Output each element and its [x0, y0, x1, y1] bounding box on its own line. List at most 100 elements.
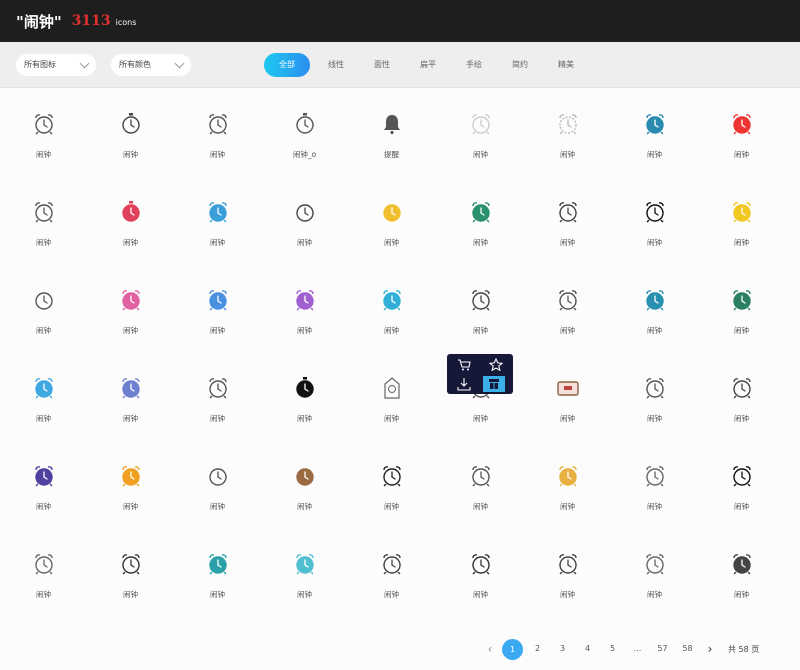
- icon-card[interactable]: 闹钟: [0, 450, 87, 538]
- icon-card[interactable]: 闹钟: [87, 362, 174, 450]
- icon-card[interactable]: 闹钟: [524, 362, 611, 450]
- icon-card[interactable]: 闹钟: [174, 98, 261, 186]
- alarm-clock-line-icon: [730, 376, 754, 400]
- tab-2[interactable]: 面性: [362, 53, 402, 77]
- page-5[interactable]: 5: [600, 638, 625, 660]
- icon-card[interactable]: 闹钟: [698, 538, 785, 626]
- icon-card[interactable]: 闹钟: [348, 538, 435, 626]
- icon-card[interactable]: 闹钟: [0, 186, 87, 274]
- star-icon[interactable]: [485, 357, 507, 373]
- tab-1[interactable]: 线性: [316, 53, 356, 77]
- icon-label: 闹钟: [123, 590, 138, 599]
- icon-card[interactable]: 闹钟: [611, 450, 698, 538]
- icon-label: 闹钟: [123, 326, 138, 335]
- alarm-clock-purple-icon: [293, 288, 317, 312]
- icon-label: 闹钟: [647, 238, 662, 247]
- icon-label: 闹钟: [297, 238, 312, 247]
- icon-card[interactable]: 闹钟: [348, 274, 435, 362]
- icon-card[interactable]: 提醒: [348, 98, 435, 186]
- icon-card[interactable]: 闹钟: [0, 98, 87, 186]
- icon-card[interactable]: 闹钟: [524, 274, 611, 362]
- tab-3[interactable]: 扁平: [408, 53, 448, 77]
- icon-card[interactable]: 闹钟: [348, 450, 435, 538]
- page-4[interactable]: 4: [575, 638, 600, 660]
- icon-card[interactable]: 闹钟: [87, 450, 174, 538]
- icon-card[interactable]: 闹钟: [0, 538, 87, 626]
- icon-card[interactable]: 闹钟: [174, 186, 261, 274]
- stopwatch-line-icon: [119, 112, 143, 136]
- color-select[interactable]: 所有颜色: [111, 54, 191, 76]
- icon-card[interactable]: 闹钟: [698, 186, 785, 274]
- page-58[interactable]: 58: [675, 638, 700, 660]
- icon-label: 闹钟_o: [292, 150, 317, 159]
- alarm-clock-green-icon: [730, 288, 754, 312]
- icon-card[interactable]: 闹钟: [524, 186, 611, 274]
- icon-card[interactable]: 闹钟: [437, 450, 524, 538]
- icon-card[interactable]: 闹钟: [261, 274, 348, 362]
- icon-card[interactable]: 闹钟_o: [261, 98, 348, 186]
- icon-card[interactable]: 闹钟: [348, 362, 435, 450]
- icon-card[interactable]: 闹钟: [174, 362, 261, 450]
- icon-label: 闹钟: [210, 414, 225, 423]
- icon-label: 闹钟: [734, 326, 749, 335]
- icon-card[interactable]: 闹钟: [524, 538, 611, 626]
- download-icon[interactable]: [453, 376, 475, 392]
- chevron-down-icon: [79, 58, 90, 69]
- icon-card[interactable]: 闹钟: [87, 98, 174, 186]
- page-57[interactable]: 57: [650, 638, 675, 660]
- icon-card[interactable]: 闹钟: [698, 450, 785, 538]
- icon-card[interactable]: 闹钟: [698, 274, 785, 362]
- next-page-icon[interactable]: ›: [700, 642, 720, 656]
- alarm-clock-line-icon: [556, 200, 580, 224]
- icon-card[interactable]: 闹钟: [611, 538, 698, 626]
- page-2[interactable]: 2: [525, 638, 550, 660]
- page-3[interactable]: 3: [550, 638, 575, 660]
- clock-line-icon: [293, 200, 317, 224]
- icon-card[interactable]: 闹钟: [87, 186, 174, 274]
- icon-label: 闹钟: [297, 326, 312, 335]
- icon-label: 闹钟: [560, 238, 575, 247]
- icon-card[interactable]: 闹钟: [611, 274, 698, 362]
- tab-6[interactable]: 精美: [546, 53, 586, 77]
- alarm-clock-line-icon: [643, 552, 667, 576]
- tab-5[interactable]: 简约: [500, 53, 540, 77]
- icon-label: 闹钟: [36, 414, 51, 423]
- icon-card[interactable]: 闹钟: [437, 98, 524, 186]
- icon-card[interactable]: 闹钟: [261, 362, 348, 450]
- icon-label: 闹钟: [647, 326, 662, 335]
- alarm-clock-line-icon: [643, 200, 667, 224]
- icon-card[interactable]: 闹钟: [174, 538, 261, 626]
- icon-card[interactable]: 闹钟: [611, 362, 698, 450]
- icon-card[interactable]: 闹钟: [437, 538, 524, 626]
- icon-card[interactable]: 闹钟: [261, 450, 348, 538]
- icon-label: 闹钟: [123, 414, 138, 423]
- icon-card[interactable]: 闹钟: [611, 186, 698, 274]
- icon-label: 闹钟: [647, 150, 662, 159]
- icon-card[interactable]: 闹钟: [0, 274, 87, 362]
- page-1[interactable]: 1: [502, 638, 523, 660]
- icon-card[interactable]: 闹钟: [698, 98, 785, 186]
- copy-icon[interactable]: [483, 376, 505, 392]
- icon-card[interactable]: 闹钟: [261, 538, 348, 626]
- prev-page-icon[interactable]: ‹: [480, 642, 500, 656]
- icon-card[interactable]: 闹钟: [261, 186, 348, 274]
- icon-card[interactable]: 闹钟: [524, 450, 611, 538]
- icon-card[interactable]: 闹钟: [698, 362, 785, 450]
- icon-card[interactable]: 闹钟: [174, 274, 261, 362]
- tab-4[interactable]: 手绘: [454, 53, 494, 77]
- alarm-clock-line-icon: [119, 552, 143, 576]
- icon-card[interactable]: 闹钟: [348, 186, 435, 274]
- search-title: "闹钟": [16, 12, 62, 31]
- icon-card[interactable]: 闹钟: [174, 450, 261, 538]
- alarm-clock-pink-icon: [119, 288, 143, 312]
- library-select[interactable]: 所有图标: [16, 54, 96, 76]
- cart-icon[interactable]: [453, 357, 475, 373]
- icon-card[interactable]: 闹钟: [437, 274, 524, 362]
- icon-card[interactable]: 闹钟: [87, 274, 174, 362]
- icon-card[interactable]: 闹钟: [87, 538, 174, 626]
- icon-card[interactable]: 闹钟: [0, 362, 87, 450]
- icon-card[interactable]: 闹钟: [524, 98, 611, 186]
- icon-card[interactable]: 闹钟: [611, 98, 698, 186]
- icon-card[interactable]: 闹钟: [437, 186, 524, 274]
- tab-0[interactable]: 全部: [264, 53, 310, 77]
